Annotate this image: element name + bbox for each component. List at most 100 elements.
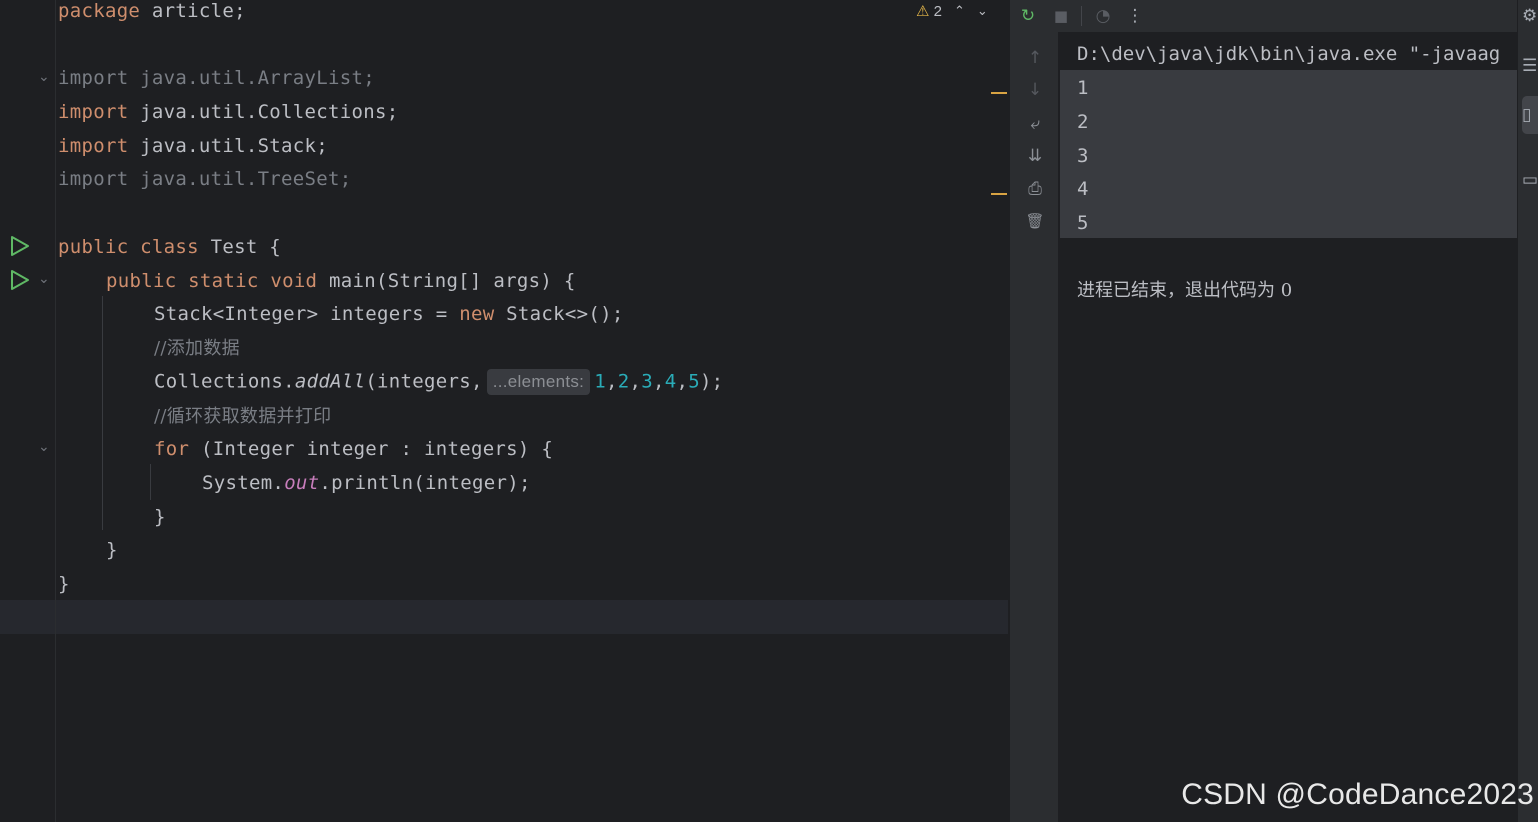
run-toolbar: ↻ ■ ◔ ⋮ <box>1011 0 1517 32</box>
keyword: new <box>459 303 495 325</box>
editor-gutter[interactable]: ⌄ ⌄ ⌄ <box>0 0 56 822</box>
number-literal: 5 <box>688 370 700 393</box>
number-literal: 2 <box>617 370 630 393</box>
output-highlight <box>1060 70 1517 238</box>
console-output[interactable]: D:\dev\java\jdk\bin\java.exe "-javaag 1 … <box>1060 32 1517 822</box>
code-comment: //循环获取数据并打印 <box>154 406 332 427</box>
fold-for-icon[interactable]: ⌄ <box>38 440 50 454</box>
code-line-13: //循环获取数据并打印 <box>154 405 331 439</box>
code-text: System. <box>202 472 285 494</box>
process-exit-message: 进程已结束，退出代码为 0 <box>1077 280 1293 301</box>
code-line-6: import java.util.TreeSet; <box>58 168 351 202</box>
warning-count[interactable]: ⚠ 2 <box>916 2 942 20</box>
code-text: (integers, <box>365 370 483 393</box>
rerun-icon[interactable]: ↻ <box>1016 4 1040 28</box>
code-line-17: } <box>106 539 118 573</box>
code-line-11: //添加数据 <box>154 337 240 371</box>
console-output-line: 1 <box>1077 77 1089 99</box>
fold-main-icon[interactable]: ⌄ <box>38 272 50 286</box>
warning-icon: ⚠ <box>916 2 930 20</box>
code-text: java.util.Stack; <box>128 135 328 157</box>
keyword: import <box>58 168 129 190</box>
keyword: import <box>58 101 129 123</box>
code-text: ); <box>699 370 724 393</box>
code-line-15: System.out.println(integer); <box>202 472 531 506</box>
print-icon[interactable]: ⎙ <box>1023 177 1047 201</box>
indent-guide <box>150 464 151 500</box>
code-text: , <box>676 370 689 393</box>
code-text: java.util.ArrayList; <box>128 67 375 89</box>
code-line-9: public static void main(String[] args) { <box>106 270 576 304</box>
soft-wrap-icon[interactable]: ⤶ <box>1023 112 1047 136</box>
code-text: java.util.TreeSet; <box>128 168 352 190</box>
keyword: public static void <box>106 270 318 292</box>
run-class-icon[interactable] <box>9 234 31 258</box>
code-line-18: } <box>58 573 70 607</box>
warning-stripe-mark[interactable] <box>991 92 1007 94</box>
code-line-5: import java.util.Stack; <box>58 135 328 169</box>
code-text: (Integer integer : integers) { <box>189 438 554 460</box>
code-text: } <box>106 539 118 561</box>
scroll-to-end-icon[interactable]: ⇊ <box>1023 144 1047 168</box>
console-output-line: 5 <box>1077 212 1089 234</box>
keyword: package <box>58 0 141 22</box>
code-text: Stack<>(); <box>494 303 624 325</box>
code-line-4: import java.util.Collections; <box>58 101 398 135</box>
current-line-highlight <box>0 600 1008 634</box>
right-tool-stripe: ⚙ ☰ ▯ ▭ <box>1517 0 1538 822</box>
code-editor[interactable]: ⌄ ⌄ ⌄ package article; import java.util.… <box>0 0 1008 822</box>
inspections-widget[interactable]: ⚠ 2 ⌃ ⌄ <box>916 0 988 22</box>
code-text: article; <box>140 0 246 22</box>
method-name: addAll <box>294 370 366 393</box>
code-text: } <box>154 506 166 528</box>
keyword: for <box>154 438 190 460</box>
code-line-14: for (Integer integer : integers) { <box>154 438 553 472</box>
code-text: Collections. <box>154 370 295 393</box>
run-panel-icon[interactable]: ▯ <box>1522 101 1538 129</box>
code-text: Test { <box>198 236 282 258</box>
code-text: main(String[] args) { <box>317 270 576 292</box>
code-line-1: package article; <box>58 0 246 34</box>
run-tool-window[interactable]: ↻ ■ ◔ ⋮ ↑ ↓ ⤶ ⇊ ⎙ 🗑 D:\dev\java\jdk\bin\… <box>1010 0 1517 822</box>
database-icon[interactable]: ☰ <box>1522 52 1538 80</box>
code-line-10: Stack<Integer> integers = new Stack<>(); <box>154 303 624 337</box>
next-highlight-icon[interactable]: ⌄ <box>977 4 988 19</box>
console-output-line: 3 <box>1077 145 1089 167</box>
settings-icon[interactable]: ⚙ <box>1522 2 1538 30</box>
code-line-3: import java.util.ArrayList; <box>58 67 375 101</box>
toolbar-separator <box>1081 6 1082 26</box>
more-options-icon[interactable]: ⋮ <box>1123 4 1147 28</box>
watermark: CSDN @CodeDance2023 <box>1181 778 1534 811</box>
profiler-icon[interactable]: ◔ <box>1091 4 1115 28</box>
warning-count-label: 2 <box>933 3 942 20</box>
code-text: } <box>58 573 70 595</box>
indent-guide <box>102 296 103 530</box>
console-output-line: 4 <box>1077 178 1089 200</box>
code-text: , <box>629 370 642 393</box>
code-text: , <box>605 370 618 393</box>
number-literal: 3 <box>641 370 653 393</box>
code-line-16: } <box>154 506 166 540</box>
fold-imports-icon[interactable]: ⌄ <box>38 70 50 84</box>
trash-icon[interactable]: 🗑 <box>1023 209 1047 233</box>
keyword: import <box>58 67 129 89</box>
keyword: import <box>58 135 129 157</box>
file-icon[interactable]: ▭ <box>1522 166 1538 194</box>
keyword: public class <box>58 236 199 258</box>
static-field: out <box>284 472 320 494</box>
console-output-line: 2 <box>1077 111 1089 133</box>
code-comment: //添加数据 <box>154 338 240 359</box>
code-text: .println(integer); <box>319 472 531 494</box>
number-literal: 4 <box>664 370 677 393</box>
code-text: java.util.Collections; <box>128 101 399 123</box>
code-text: , <box>652 370 665 393</box>
down-arrow-icon[interactable]: ↓ <box>1023 78 1047 102</box>
up-arrow-icon[interactable]: ↑ <box>1023 46 1047 70</box>
parameter-hint: ...elements: <box>486 369 591 395</box>
stop-icon[interactable]: ■ <box>1049 4 1073 28</box>
code-line-12: Collections.addAll(integers, ...elements:… <box>154 369 723 403</box>
run-main-icon[interactable] <box>9 268 31 292</box>
warning-stripe-mark[interactable] <box>991 193 1007 195</box>
console-side-toolbar: ↑ ↓ ⤶ ⇊ ⎙ 🗑 <box>1011 32 1059 822</box>
previous-highlight-icon[interactable]: ⌃ <box>954 4 965 19</box>
